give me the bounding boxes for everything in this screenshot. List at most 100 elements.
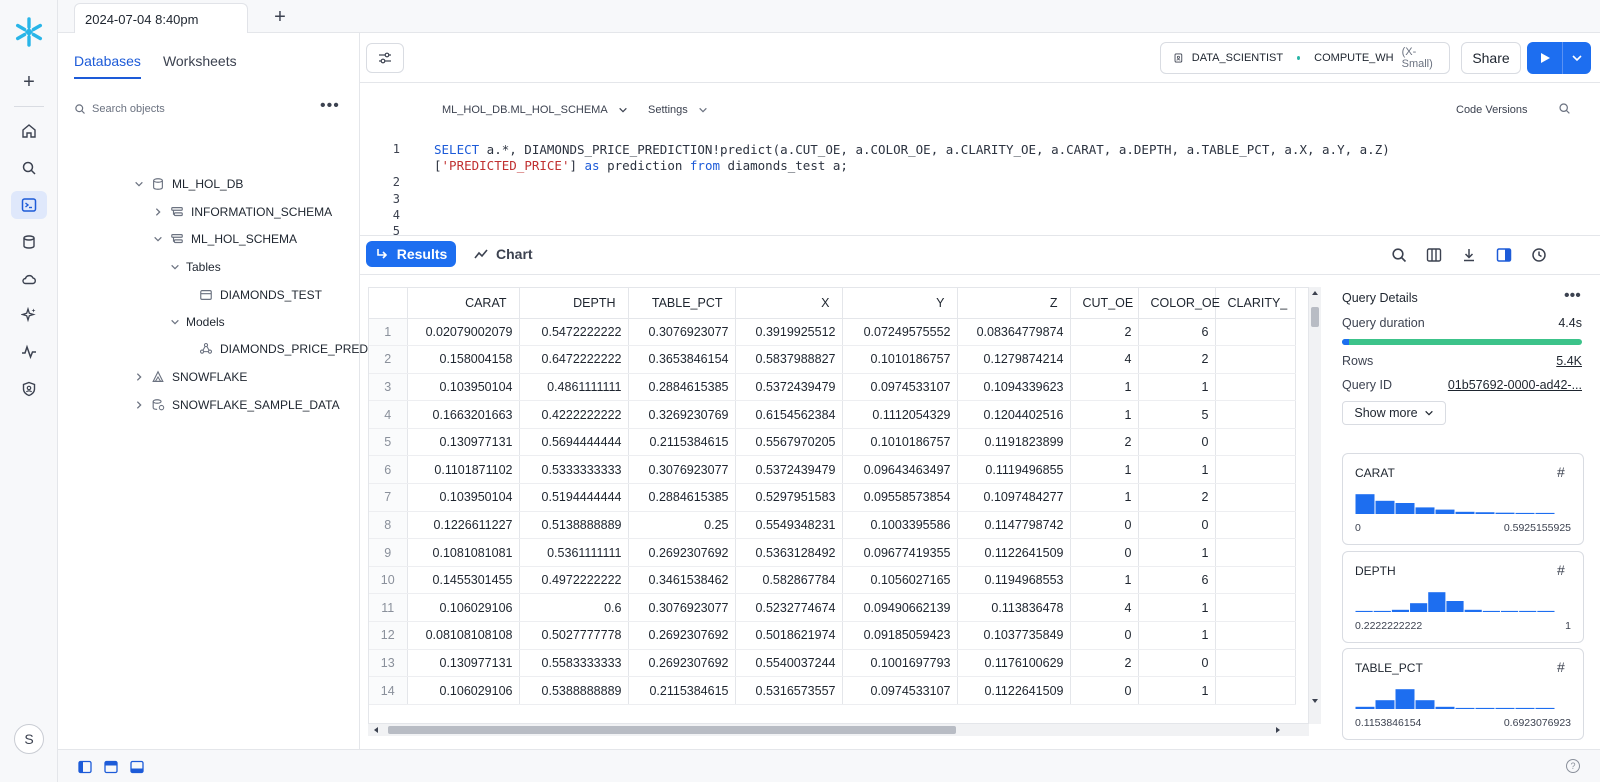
table-cell[interactable]: 0.113836478	[957, 593, 1071, 623]
table-cell[interactable]: 0	[1138, 428, 1216, 457]
table-cell[interactable]: 0.6472222222	[519, 345, 629, 374]
chart-tab[interactable]: Chart	[474, 241, 533, 267]
worksheet-tab[interactable]: 2024-07-04 8:40pm	[74, 3, 248, 33]
table-cell[interactable]: 5	[1138, 400, 1216, 429]
table-cell[interactable]: 0.106029106	[407, 676, 520, 705]
horizontal-scroll-thumb[interactable]	[388, 726, 956, 734]
table-cell[interactable]: 0.1094339623	[957, 373, 1071, 402]
table-row[interactable]: 10 0.1455301455 0.4972222222 0.3461538462 0.…	[369, 566, 1296, 595]
scroll-down-icon[interactable]	[1311, 697, 1319, 705]
table-cell[interactable]: 0.5388888889	[519, 676, 629, 705]
table-cell[interactable]: 0.08108108108	[407, 621, 520, 650]
run-options-button[interactable]	[1563, 42, 1591, 74]
create-icon[interactable]: +	[11, 68, 47, 96]
table-cell[interactable]: 6	[1138, 318, 1216, 347]
scroll-right-icon[interactable]	[1274, 726, 1282, 734]
table-cell[interactable]: 0.1081081081	[407, 538, 520, 567]
table-cell[interactable]: 0.4861111111	[519, 373, 629, 402]
table-cell[interactable]: 0.2884615385	[628, 483, 736, 512]
help-icon[interactable]: ?	[1566, 759, 1580, 773]
table-cell[interactable]: 0.5232774674	[735, 593, 843, 623]
horizontal-scrollbar[interactable]	[368, 724, 1309, 736]
table-cell[interactable]: 0.106029106	[407, 593, 520, 623]
table-cell[interactable]	[1215, 428, 1296, 457]
column-header[interactable]: Z	[957, 288, 1071, 319]
table-cell[interactable]: 0	[1138, 511, 1216, 540]
table-cell[interactable]: 1	[1070, 483, 1139, 512]
chevron-down-icon[interactable]	[134, 179, 144, 189]
table-cell[interactable]: 0.1122641509	[957, 676, 1071, 705]
table-cell[interactable]: 4	[1070, 345, 1139, 374]
column-header[interactable]: DEPTH	[519, 288, 629, 319]
chevron-down-icon[interactable]	[170, 317, 180, 327]
table-cell[interactable]: 0.4972222222	[519, 566, 629, 595]
rows-value[interactable]: 5.4K	[1556, 354, 1582, 368]
tree-item[interactable]: Models	[170, 311, 225, 333]
table-cell[interactable]: 0	[1138, 649, 1216, 678]
table-row[interactable]: 9 0.1081081081 0.5361111111 0.2692307692 0.5…	[369, 538, 1296, 567]
table-row[interactable]: 7 0.103950104 0.5194444444 0.2884615385 0.52…	[369, 483, 1296, 512]
table-cell[interactable]: 6	[1138, 566, 1216, 595]
column-stat-card[interactable]: CARAT #0 0.5925155925	[1342, 453, 1584, 545]
table-cell[interactable]: 0.5372439479	[735, 455, 843, 485]
role-warehouse-selector[interactable]: DATA_SCIENTIST COMPUTE_WH (X-Small)	[1160, 42, 1450, 74]
table-cell[interactable]: 0.1663201663	[407, 400, 520, 429]
table-row[interactable]: 2 0.158004158 0.6472222222 0.3653846154 0.58…	[369, 345, 1296, 374]
table-cell[interactable]: 1	[1070, 373, 1139, 402]
table-cell[interactable]: 0.1279874214	[957, 345, 1071, 374]
table-cell[interactable]: 0.0974533107	[842, 373, 958, 402]
chevron-right-icon[interactable]	[153, 207, 163, 217]
table-cell[interactable]: 0.1194968553	[957, 566, 1071, 595]
table-cell[interactable]: 0.5837988827	[735, 345, 843, 374]
tab-databases[interactable]: Databases	[74, 53, 141, 79]
table-cell[interactable]	[1215, 318, 1296, 347]
table-cell[interactable]: 0	[1070, 676, 1139, 705]
table-row[interactable]: 4 0.1663201663 0.4222222222 0.3269230769 0.6…	[369, 400, 1296, 429]
query-id-value[interactable]: 01b57692-0000-ad42-...	[1448, 378, 1582, 392]
table-cell[interactable]: 0.1204402516	[957, 400, 1071, 429]
table-row[interactable]: 8 0.1226611227 0.5138888889 0.25 0.554934823…	[369, 511, 1296, 540]
new-tab-button[interactable]: +	[268, 5, 292, 29]
table-cell[interactable]: 0.5194444444	[519, 483, 629, 512]
table-cell[interactable]: 0.0974533107	[842, 676, 958, 705]
table-cell[interactable]: 0.1191823899	[957, 428, 1071, 457]
table-cell[interactable]: 1	[1138, 373, 1216, 402]
table-cell[interactable]: 0.08364779874	[957, 318, 1071, 347]
table-cell[interactable]: 0.5027777778	[519, 621, 629, 650]
user-avatar[interactable]: S	[14, 724, 44, 754]
table-cell[interactable]: 0.09490662139	[842, 593, 958, 623]
table-cell[interactable]: 0.3653846154	[628, 345, 736, 374]
settings-dropdown[interactable]: Settings	[648, 104, 708, 116]
tree-item[interactable]: Tables	[170, 256, 221, 278]
table-cell[interactable]: 0.3269230769	[628, 400, 736, 429]
table-cell[interactable]: 0.3076923077	[628, 318, 736, 347]
toggle-details-panel-icon[interactable]	[1493, 244, 1515, 266]
table-cell[interactable]: 0.5138888889	[519, 511, 629, 540]
table-row[interactable]: 14 0.106029106 0.5388888889 0.2115384615 0.5…	[369, 676, 1296, 705]
table-cell[interactable]: 0.2115384615	[628, 428, 736, 457]
tree-item[interactable]: ML_HOL_SCHEMA	[153, 228, 297, 250]
table-cell[interactable]: 0.1176100629	[957, 649, 1071, 678]
table-cell[interactable]: 0.103950104	[407, 373, 520, 402]
table-cell[interactable]: 0.2692307692	[628, 621, 736, 650]
table-cell[interactable]: 4	[1070, 593, 1139, 623]
table-cell[interactable]: 0.2692307692	[628, 538, 736, 567]
table-cell[interactable]: 0.1147798742	[957, 511, 1071, 540]
table-cell[interactable]: 0.158004158	[407, 345, 520, 374]
table-cell[interactable]: 1	[1070, 400, 1139, 429]
tab-worksheets[interactable]: Worksheets	[163, 53, 237, 79]
tree-item[interactable]: SNOWFLAKE_SAMPLE_DATA	[134, 394, 340, 416]
run-button[interactable]	[1527, 42, 1563, 74]
table-cell[interactable]: 0.2692307692	[628, 649, 736, 678]
table-cell[interactable]	[1215, 649, 1296, 678]
layout-left-panel-icon[interactable]	[78, 760, 92, 774]
browser-more-icon[interactable]: •••	[320, 97, 340, 115]
layout-top-panel-icon[interactable]	[104, 760, 118, 774]
editor-search-icon[interactable]	[1558, 102, 1571, 118]
schema-selector[interactable]: ML_HOL_DB.ML_HOL_SCHEMA	[442, 104, 628, 116]
table-cell[interactable]: 0.1010186757	[842, 345, 958, 374]
table-cell[interactable]: 0.02079002079	[407, 318, 520, 347]
table-row[interactable]: 1 0.02079002079 0.5472222222 0.3076923077 0.…	[369, 318, 1296, 347]
table-cell[interactable]: 1	[1138, 538, 1216, 567]
column-header[interactable]: X	[735, 288, 843, 319]
